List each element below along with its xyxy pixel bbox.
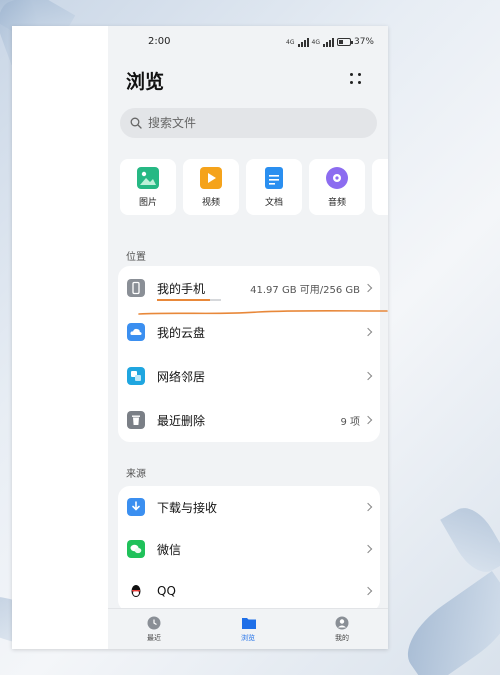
battery-level: 37% — [353, 37, 374, 47]
item-label: 我的手机 — [157, 281, 206, 296]
network-icon — [127, 367, 145, 385]
nav-label: 浏览 — [241, 634, 255, 642]
category-label: 图片 — [138, 197, 157, 208]
search-bar[interactable] — [120, 108, 377, 138]
trash-icon — [127, 411, 145, 429]
status-icons: 4G 4G 37% — [286, 37, 374, 47]
location-list: 我的手机 41.97 GB 可用/256 GB 我的云盘 网络邻居 最近删除 9… — [118, 266, 380, 442]
wechat-icon — [127, 540, 145, 558]
clock-icon — [147, 615, 161, 630]
status-bar: 2:00 4G 4G 37% — [108, 36, 388, 52]
signal-label-a: 4G — [286, 38, 295, 46]
nav-label: 我的 — [335, 634, 349, 642]
nav-item-recent[interactable]: 最近 — [124, 615, 184, 643]
item-label: QQ — [157, 584, 176, 598]
folder-icon — [241, 615, 256, 629]
signal-label-b: 4G — [311, 38, 320, 46]
category-label: 视频 — [201, 197, 220, 208]
chevron-right-icon — [363, 502, 373, 512]
deleted-count: 9 项 — [340, 416, 360, 428]
list-item-wechat[interactable]: 微信 — [118, 528, 380, 570]
annotation-stroke — [138, 309, 388, 315]
profile-icon — [335, 615, 349, 630]
item-label: 微信 — [157, 542, 182, 557]
chevron-right-icon — [363, 283, 373, 293]
category-label: 音频 — [327, 197, 346, 208]
item-label: 下载与接收 — [157, 500, 218, 515]
document-icon — [265, 166, 283, 189]
storage-value: 41.97 GB 可用/256 GB — [250, 284, 360, 296]
category-label: 文档 — [264, 197, 283, 208]
category-audio[interactable]: 音频 — [309, 159, 365, 215]
nav-item-mine[interactable]: 我的 — [312, 615, 372, 643]
location-section-label: 位置 — [126, 252, 146, 263]
storage-progress-bar — [157, 299, 221, 301]
category-documents[interactable]: 文档 — [246, 159, 302, 215]
item-label: 我的云盘 — [157, 325, 206, 340]
category-videos[interactable]: 视频 — [183, 159, 239, 215]
page-title: 浏览 — [126, 71, 165, 93]
download-icon — [127, 498, 145, 516]
list-item-my-phone[interactable]: 我的手机 41.97 GB 可用/256 GB — [118, 266, 380, 310]
category-row: 图片 视频 文档 音频 — [120, 159, 388, 215]
bottom-nav: 最近 浏览 我的 — [108, 608, 388, 649]
qq-icon — [127, 582, 145, 600]
source-section-label: 来源 — [126, 469, 146, 480]
list-item-qq[interactable]: QQ — [118, 570, 380, 612]
list-item-network[interactable]: 网络邻居 — [118, 354, 380, 398]
video-icon — [200, 166, 222, 189]
chevron-right-icon — [363, 586, 373, 596]
image-icon — [137, 166, 159, 189]
search-input[interactable] — [148, 116, 348, 130]
phone-screen: 2:00 4G 4G 37% 浏览 图片 — [108, 26, 388, 649]
list-item-downloads[interactable]: 下载与接收 — [118, 486, 380, 528]
list-item-recently-deleted[interactable]: 最近删除 9 项 — [118, 398, 380, 442]
chevron-right-icon — [363, 371, 373, 381]
battery-icon — [336, 38, 353, 46]
more-options-icon[interactable] — [346, 69, 366, 89]
nav-item-browse[interactable]: 浏览 — [218, 615, 278, 643]
signal-icon — [297, 37, 309, 47]
chevron-right-icon — [363, 415, 373, 425]
phone-icon — [127, 279, 145, 297]
chevron-right-icon — [363, 327, 373, 337]
storage-progress-fill — [157, 299, 211, 301]
item-label: 网络邻居 — [157, 369, 206, 384]
audio-icon — [326, 166, 348, 189]
category-images[interactable]: 图片 — [120, 159, 176, 215]
item-label: 最近删除 — [157, 413, 206, 428]
source-list: 下载与接收 微信 QQ — [118, 486, 380, 612]
signal-icon-2 — [322, 37, 334, 47]
nav-label: 最近 — [147, 634, 161, 642]
status-time: 2:00 — [148, 36, 171, 47]
cloud-icon — [127, 323, 145, 341]
category-more-card[interactable] — [372, 159, 388, 215]
search-icon — [130, 117, 142, 129]
chevron-right-icon — [363, 544, 373, 554]
